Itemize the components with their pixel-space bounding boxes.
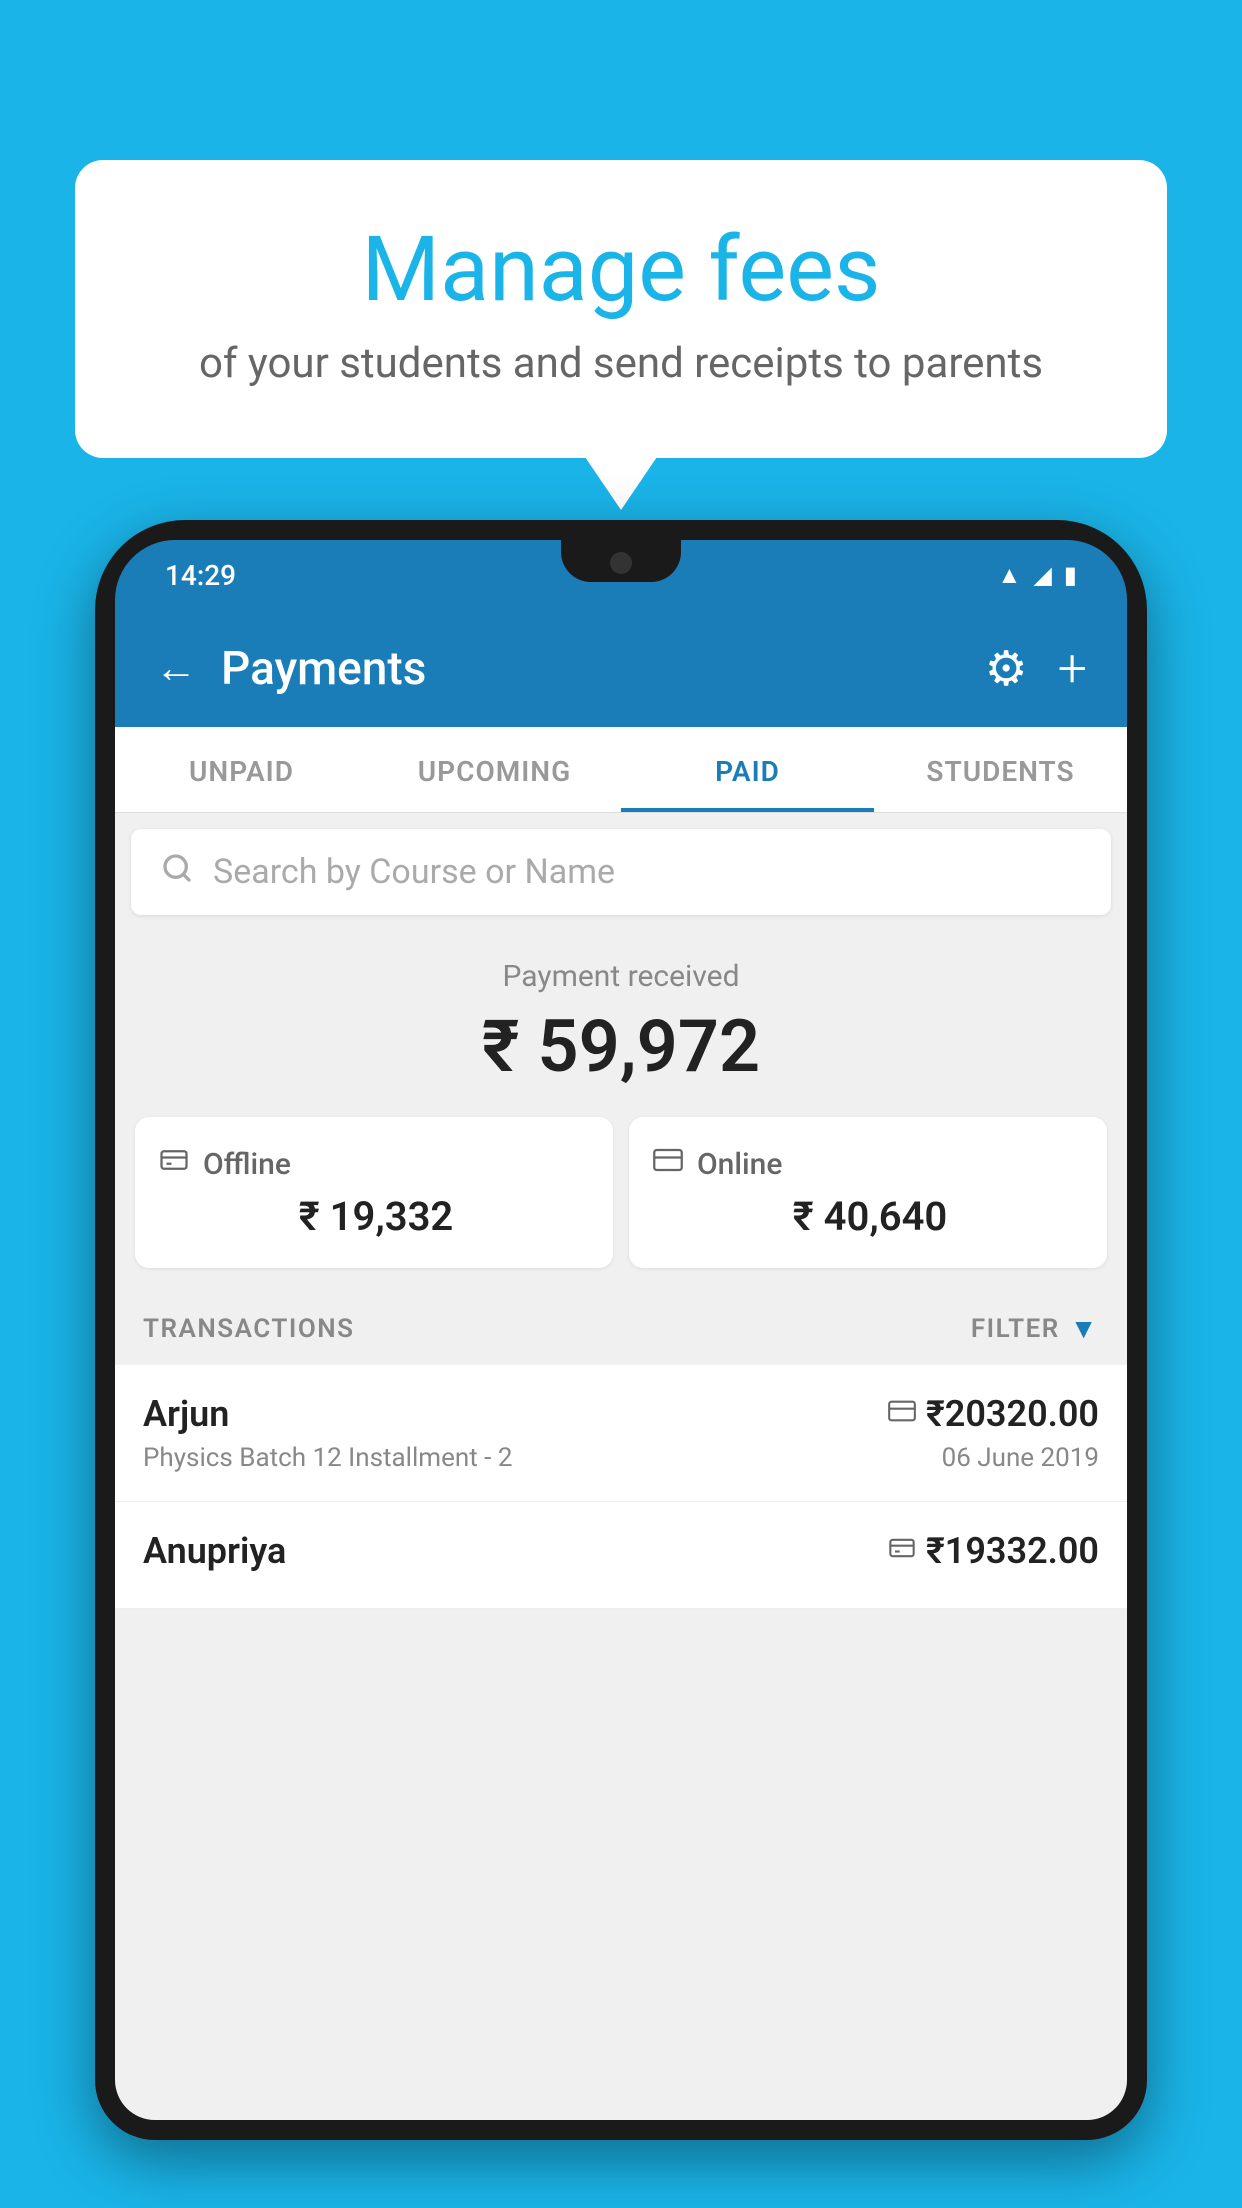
offline-card: Offline ₹ 19,332 [135, 1117, 613, 1268]
notch [561, 540, 681, 582]
online-card-header: Online [653, 1145, 1083, 1183]
transaction-amount-2: ₹19332.00 [926, 1530, 1099, 1572]
signal-icon: ◢ [1033, 561, 1051, 589]
search-placeholder: Search by Course or Name [213, 852, 615, 892]
transaction-date: 06 June 2019 [942, 1443, 1099, 1473]
tab-upcoming[interactable]: UPCOMING [368, 727, 621, 812]
transaction-amount-area-2: ₹19332.00 [888, 1530, 1099, 1572]
camera [610, 552, 632, 574]
page-title: Payments [221, 642, 426, 696]
transaction-row-anupriya[interactable]: Anupriya ₹19332.00 [115, 1502, 1127, 1609]
back-button[interactable]: ← [155, 644, 197, 693]
battery-icon: ▮ [1064, 561, 1077, 589]
offline-amount: ₹ 19,332 [159, 1193, 589, 1240]
filter-icon: ▼ [1070, 1312, 1099, 1345]
offline-label: Offline [203, 1147, 291, 1182]
payment-total-amount: ₹ 59,972 [115, 1004, 1127, 1089]
phone-container: 14:29 ▲ ◢ ▮ ← Payments ⚙ + [95, 520, 1147, 2208]
online-icon [653, 1145, 683, 1183]
wifi-icon: ▲ [998, 561, 1022, 590]
transaction-top-2: Anupriya ₹19332.00 [143, 1530, 1099, 1572]
payment-received-section: Payment received ₹ 59,972 [115, 923, 1127, 1629]
phone-outer: 14:29 ▲ ◢ ▮ ← Payments ⚙ + [95, 520, 1147, 2140]
online-card: Online ₹ 40,640 [629, 1117, 1107, 1268]
status-bar: 14:29 ▲ ◢ ▮ [115, 540, 1127, 610]
transaction-type-icon-offline [888, 1534, 916, 1569]
transaction-name: Arjun [143, 1393, 229, 1435]
speech-bubble: Manage fees of your students and send re… [75, 160, 1167, 458]
transaction-desc: Physics Batch 12 Installment - 2 [143, 1443, 512, 1473]
filter-label: FILTER [971, 1314, 1060, 1344]
online-amount: ₹ 40,640 [653, 1193, 1083, 1240]
transaction-amount-area: ₹20320.00 [888, 1393, 1099, 1435]
transaction-type-icon-online [888, 1397, 916, 1432]
offline-card-header: Offline [159, 1145, 589, 1183]
tab-students[interactable]: STUDENTS [874, 727, 1127, 812]
transaction-top: Arjun ₹20320.00 [143, 1393, 1099, 1435]
payment-received-label: Payment received [115, 959, 1127, 994]
header-right: ⚙ + [985, 638, 1087, 699]
status-icons: ▲ ◢ ▮ [998, 561, 1077, 590]
transactions-header: TRANSACTIONS FILTER ▼ [115, 1292, 1127, 1365]
payment-cards: Offline ₹ 19,332 Online [115, 1117, 1127, 1292]
header-left: ← Payments [155, 642, 426, 696]
offline-icon [159, 1145, 189, 1183]
app-screen: ← Payments ⚙ + UNPAID UPCOMING PAID STUD… [115, 610, 1127, 2120]
tabs-bar: UNPAID UPCOMING PAID STUDENTS [115, 727, 1127, 813]
transaction-amount: ₹20320.00 [926, 1393, 1099, 1435]
transaction-bottom: Physics Batch 12 Installment - 2 06 June… [143, 1443, 1099, 1473]
status-time: 14:29 [165, 559, 236, 592]
search-icon [161, 851, 193, 893]
settings-icon[interactable]: ⚙ [985, 640, 1028, 697]
transaction-name-2: Anupriya [143, 1530, 286, 1572]
transaction-row-arjun[interactable]: Arjun ₹20320.00 Physics [115, 1365, 1127, 1502]
bubble-subtitle: of your students and send receipts to pa… [155, 339, 1087, 388]
tab-unpaid[interactable]: UNPAID [115, 727, 368, 812]
tab-paid[interactable]: PAID [621, 727, 874, 812]
transactions-label: TRANSACTIONS [143, 1314, 355, 1344]
speech-bubble-container: Manage fees of your students and send re… [75, 160, 1167, 458]
add-button[interactable]: + [1058, 638, 1087, 699]
bubble-title: Manage fees [155, 220, 1087, 319]
online-label: Online [697, 1147, 782, 1182]
filter-button[interactable]: FILTER ▼ [971, 1312, 1099, 1345]
app-header: ← Payments ⚙ + [115, 610, 1127, 727]
search-container[interactable]: Search by Course or Name [131, 829, 1111, 915]
